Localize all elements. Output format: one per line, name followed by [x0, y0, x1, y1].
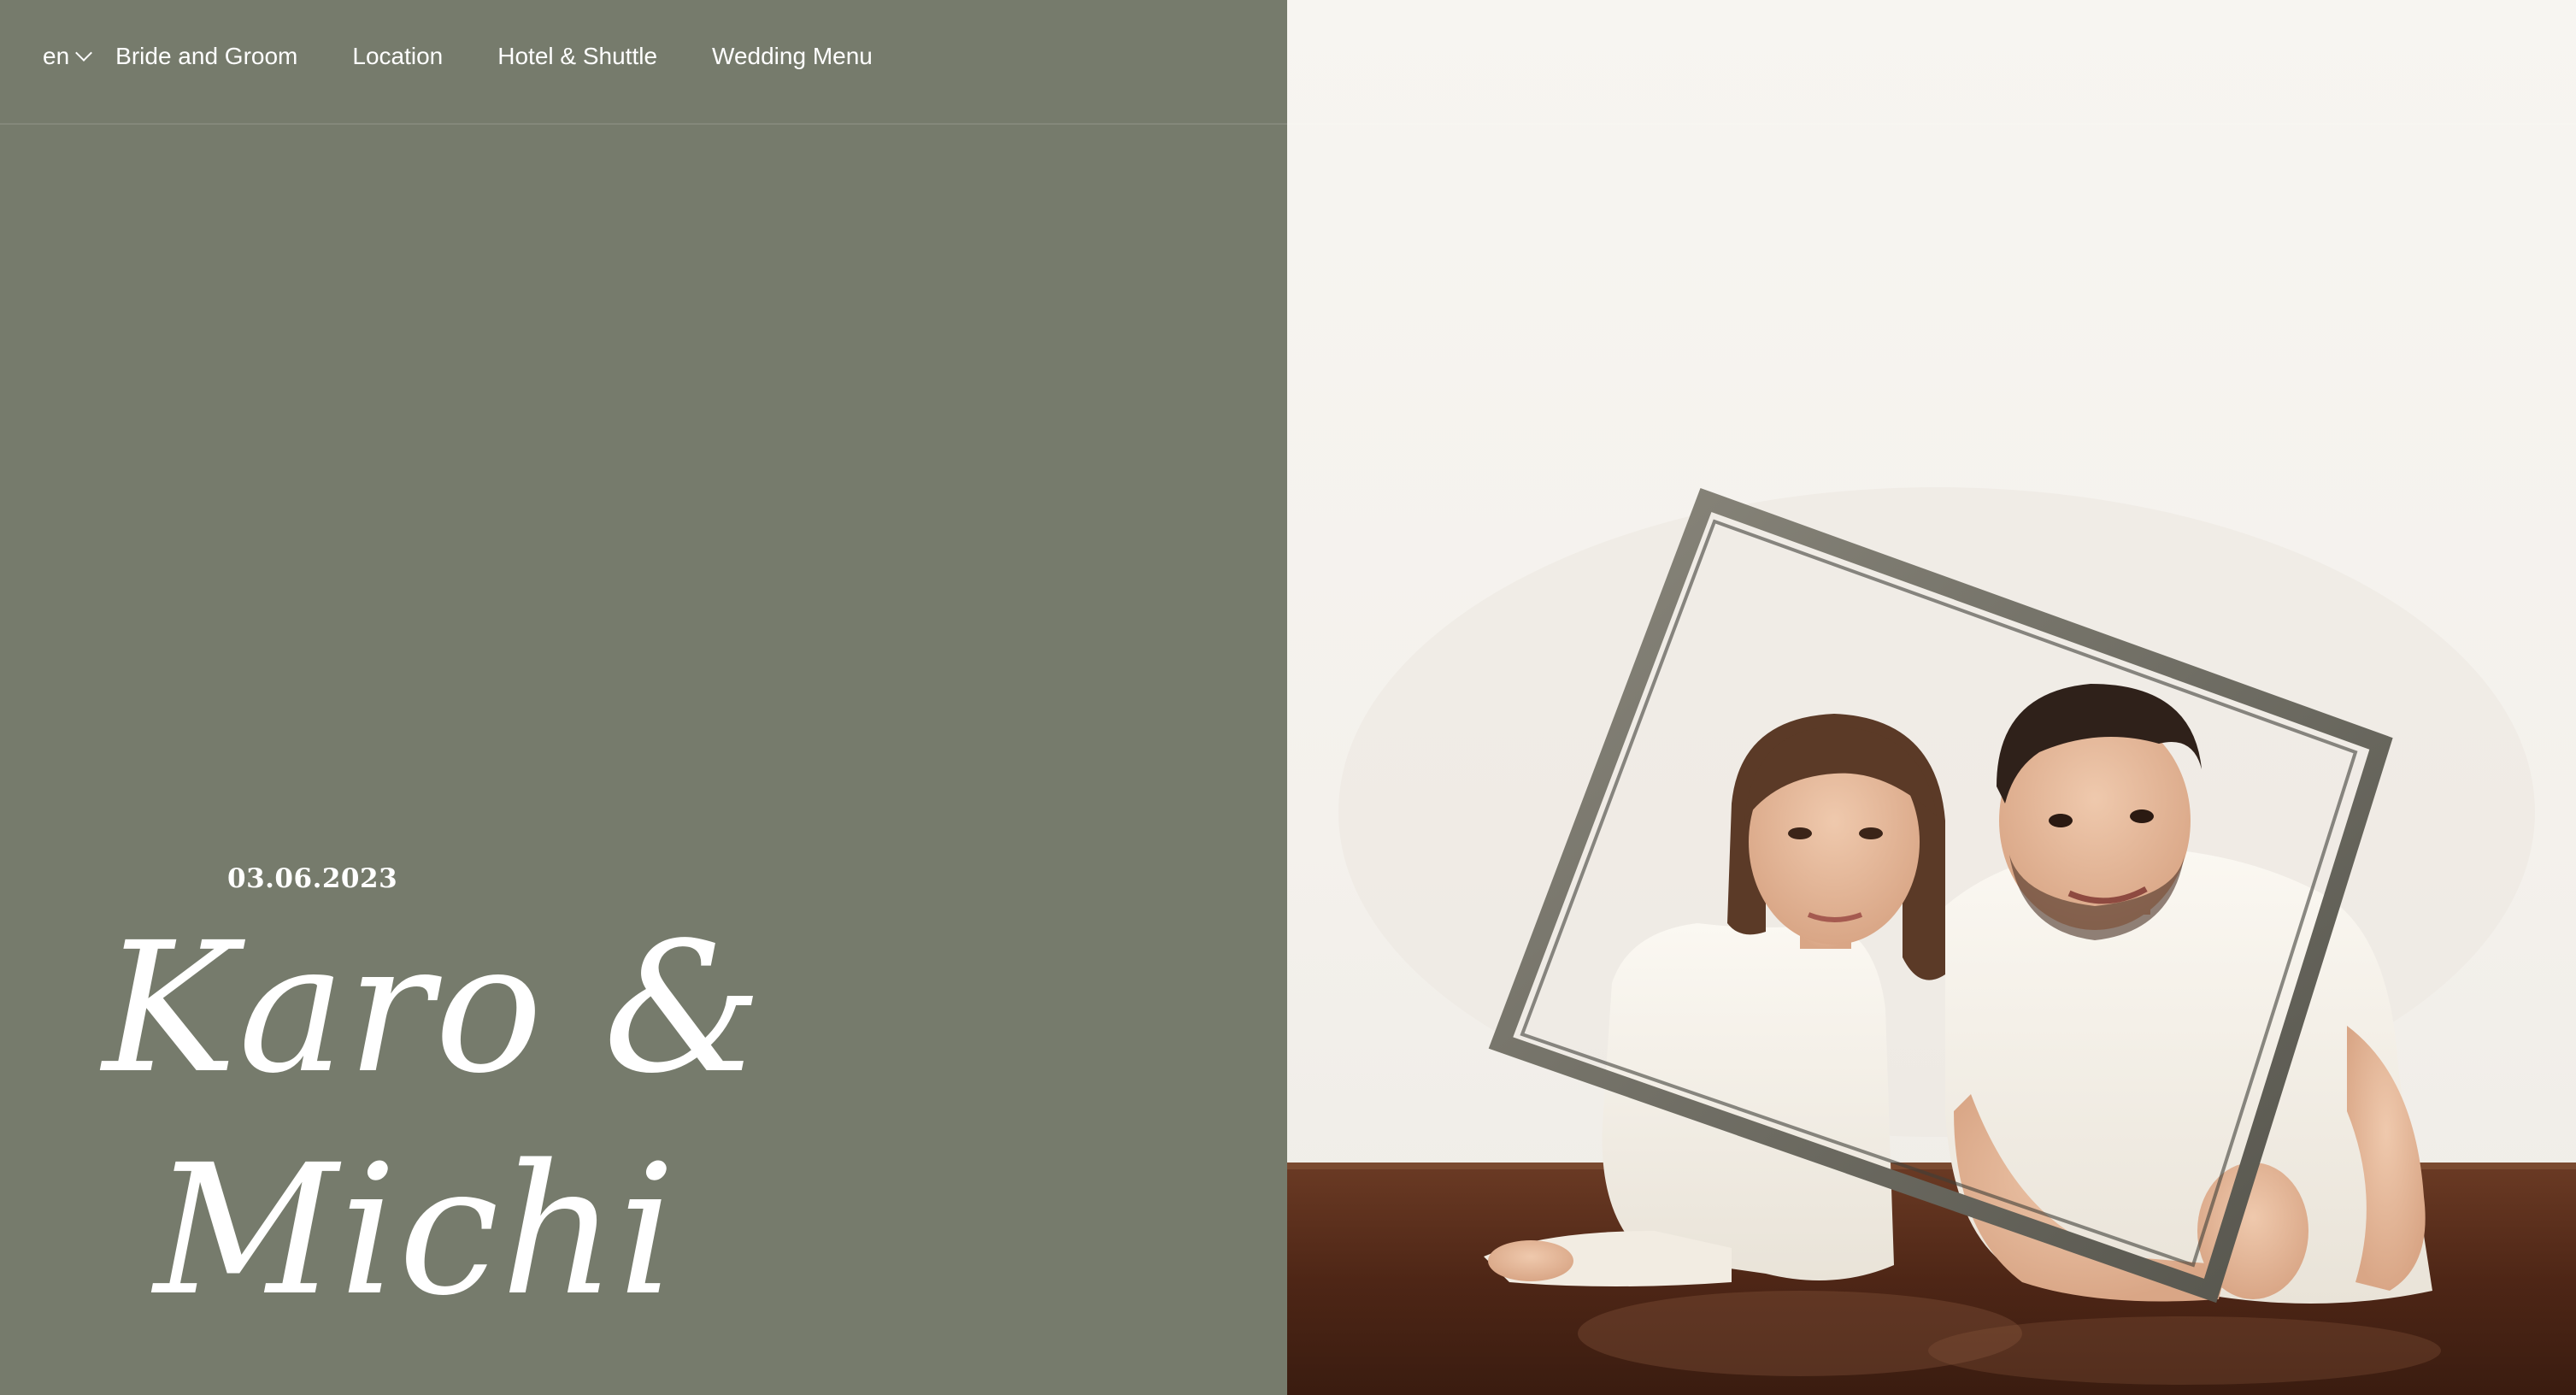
nav-link-wedding-menu[interactable]: Wedding Menu	[712, 43, 873, 70]
language-selector[interactable]: en	[43, 43, 93, 70]
language-label: en	[43, 43, 70, 69]
couple-names-line1: Karo &	[103, 904, 765, 1113]
hero-photo-panel	[1287, 0, 2576, 1395]
couple-names-line2: Michi	[154, 1126, 678, 1335]
nav-link-location[interactable]: Location	[352, 43, 443, 70]
top-navigation: en Bride and Groom Location Hotel & Shut…	[0, 0, 927, 113]
couple-photo	[1287, 487, 2576, 1395]
chevron-down-icon	[75, 44, 93, 62]
wedding-landing-page: 03.06.2023 Karo & Michi en Bride and Gro…	[0, 0, 2576, 1395]
nav-link-hotel-shuttle[interactable]: Hotel & Shuttle	[497, 43, 657, 70]
nav-divider	[0, 123, 2576, 125]
wedding-date: 03.06.2023	[227, 863, 398, 894]
nav-link-bride-and-groom[interactable]: Bride and Groom	[115, 43, 297, 70]
couple-names: Karo & Michi	[103, 898, 957, 1342]
hero-left-panel: 03.06.2023 Karo & Michi	[0, 0, 1287, 1395]
